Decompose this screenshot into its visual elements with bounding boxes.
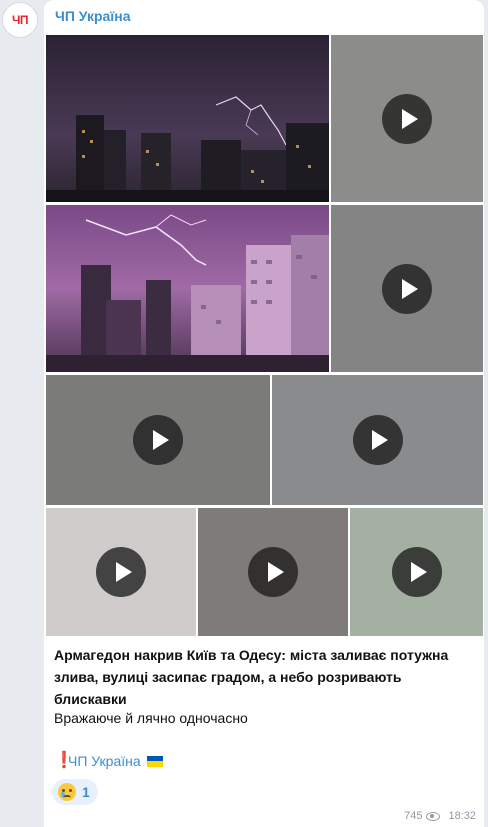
media-video-6[interactable] <box>198 508 348 636</box>
play-icon[interactable] <box>382 263 432 314</box>
media-video-5[interactable] <box>46 508 196 636</box>
avatar-text: ЧП <box>11 13 29 27</box>
media-video-7[interactable] <box>350 508 483 636</box>
post-body: Вражаюче й лячно одночасно <box>54 710 248 726</box>
play-icon[interactable] <box>133 415 183 465</box>
media-video-3[interactable] <box>46 375 270 505</box>
ukraine-flag-icon <box>146 755 163 767</box>
play-icon[interactable] <box>382 93 432 144</box>
message-time: 18:32 <box>448 810 476 822</box>
post-signature: ❗ ЧП Україна <box>54 750 163 772</box>
view-count: 745 <box>404 810 423 822</box>
media-photo-1[interactable] <box>46 35 329 202</box>
media-video-4[interactable] <box>272 375 483 505</box>
reaction-chip[interactable]: 1 <box>52 779 98 805</box>
eye-icon <box>426 811 441 821</box>
message-meta: 745 18:32 <box>404 810 476 822</box>
play-icon[interactable] <box>352 415 403 465</box>
signature-link[interactable]: ЧП Україна <box>68 750 141 772</box>
media-video-2[interactable] <box>331 205 483 372</box>
message-bubble: ЧП Україна Армагедон накрив Київ та Одес… <box>44 0 484 827</box>
play-icon[interactable] <box>96 547 146 597</box>
crying-face-icon <box>58 783 76 801</box>
play-icon[interactable] <box>248 547 298 597</box>
post-headline: Армагедон накрив Київ та Одесу: міста за… <box>54 647 449 707</box>
media-video-1[interactable] <box>331 35 483 202</box>
channel-name[interactable]: ЧП Україна <box>55 8 131 24</box>
exclamation-icon: ❗ <box>54 752 74 769</box>
play-icon[interactable] <box>391 547 442 597</box>
reaction-count: 1 <box>82 784 90 800</box>
channel-avatar[interactable]: ЧП <box>2 2 38 38</box>
media-photo-2[interactable] <box>46 205 329 372</box>
